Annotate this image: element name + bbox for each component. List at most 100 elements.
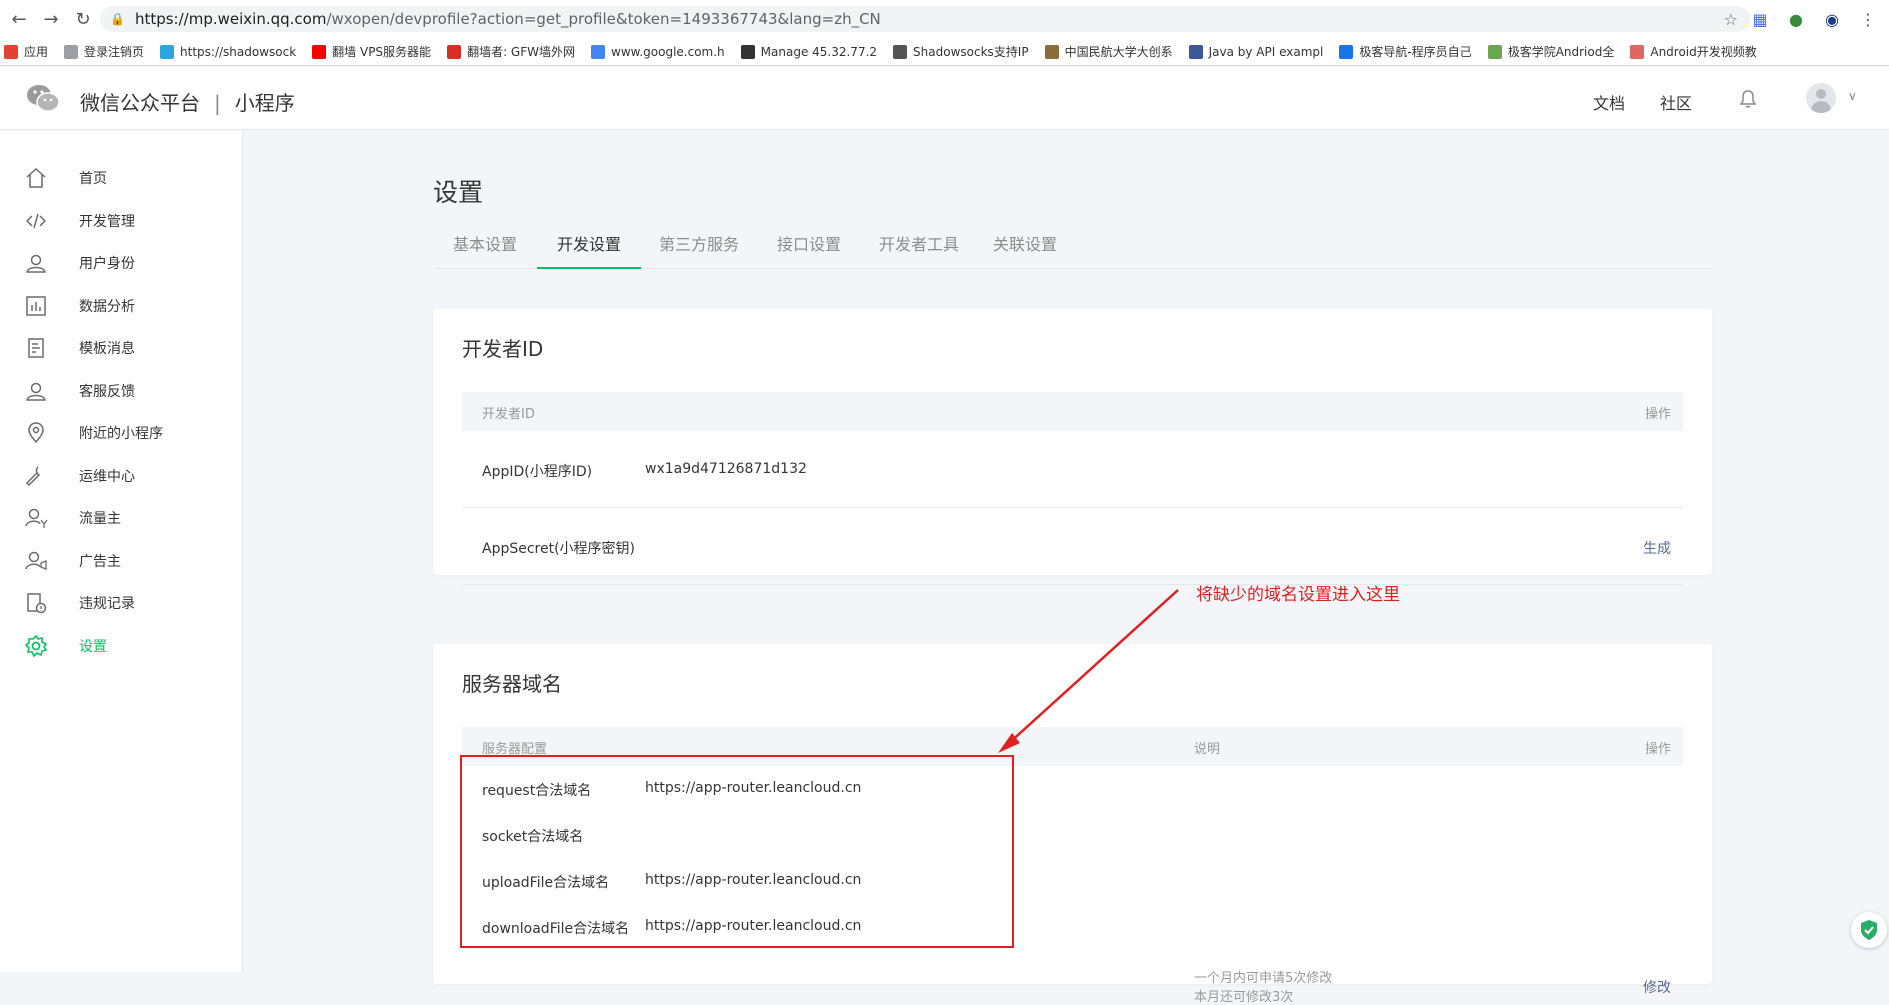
sidebar-item[interactable]: 客服反馈 [0,371,243,411]
bookmark-label: Manage 45.32.77.2 [760,44,878,59]
sidebar-item[interactable]: 模板消息 [0,328,243,368]
menu-icon[interactable]: ⋮ [1857,8,1879,30]
bookmark-item[interactable]: Shadowsocks支持IP [893,43,1029,60]
bookmark-favicon-icon [893,44,908,59]
sidebar-item[interactable]: 设置 [0,626,243,666]
bookmark-item[interactable]: 翻墙者: GFW墙外网 [447,43,575,60]
bookmark-item[interactable]: 登录注销页 [64,43,144,60]
reload-icon[interactable]: ↻ [70,6,96,32]
url-host: https://mp.weixin.qq.com [134,10,327,28]
sidebar-item-label: 数据分析 [79,299,135,315]
domain-type-label: uploadFile合法域名 [482,875,610,891]
security-shield-icon[interactable] [1851,912,1887,948]
appsecret-label: AppSecret(小程序密钥) [482,541,636,557]
sidebar-item[interactable]: 附近的小程序 [0,413,243,453]
bookmark-label: 中国民航大学大创系 [1064,45,1173,59]
bookmark-label: 极客学院Andriod全 [1507,45,1615,59]
bookmark-item[interactable]: 极客导航-程序员自己 [1339,43,1472,60]
settings-tab[interactable]: 开发设置 [537,227,641,269]
developer-id-table-header: 开发者ID 操作 [462,392,1683,431]
bookmark-item[interactable]: 极客学院Andriod全 [1487,43,1615,60]
sidebar-item[interactable]: 首页 [0,158,243,198]
settings-tabs: 基本设置 开发设置 第三方服务 接口设置 开发者工具 关联设置 [433,227,1712,269]
violation-icon [27,593,47,614]
settings-tab[interactable]: 开发者工具 [861,227,977,269]
wechat-logo-icon [27,85,60,112]
bookmark-favicon-icon [1044,44,1059,59]
bookmark-label: 翻墙 VPS服务器能 [332,45,432,59]
bookmark-item[interactable]: 中国民航大学大创系 [1044,43,1173,60]
forward-icon[interactable]: → [38,6,64,32]
profile-icon[interactable]: ◉ [1821,8,1843,30]
bookmark-favicon-icon [1630,44,1645,59]
docs-link[interactable]: 文档 [1593,90,1625,114]
user-icon [26,254,46,273]
sidebar-item[interactable]: 用户身份 [0,243,243,283]
bookmark-item[interactable]: Java by API exampl [1188,44,1324,59]
code-icon [25,213,47,229]
sidebar-item[interactable]: 广告主 [0,541,243,581]
chart-icon [26,296,46,316]
sidebar-item-label: 附近的小程序 [79,426,163,442]
address-bar[interactable]: 🔒 https://mp.weixin.qq.com/wxopen/devpro… [100,6,1750,32]
bookmark-label: www.google.com.h [611,44,725,59]
lock-icon: 🔒 [110,12,125,26]
domain-type-label: socket合法域名 [482,829,584,845]
sidebar-item[interactable]: 开发管理 [0,201,243,241]
advertiser-icon [25,551,47,570]
appid-row: AppID(小程序ID) wx1a9d47126871d132 [462,431,1683,508]
extension-shield-icon[interactable]: ● [1785,8,1807,30]
bookmark-item[interactable]: https://shadowsock [160,44,297,59]
extension-grid-icon[interactable]: ▦ [1749,8,1771,30]
bookmark-item[interactable]: 翻墙 VPS服务器能 [312,43,431,60]
sidebar-item-label: 违规记录 [79,596,135,612]
bookmark-label: https://shadowsock [180,44,297,59]
sidebar-item[interactable]: 流量主 [0,498,243,538]
bookmark-label: Java by API exampl [1208,44,1324,59]
bookmark-item[interactable]: Android开发视频教 [1630,43,1757,60]
bookmark-favicon-icon [1188,44,1203,59]
sidebar-item-label: 开发管理 [79,214,135,230]
app-header: 微信公众平台 | 小程序 文档 社区 ∨ [0,67,1889,130]
bookmark-label: Shadowsocks支持IP [913,45,1029,59]
app-title: 微信公众平台 | 小程序 [80,87,295,116]
browser-toolbar: ← → ↻ 🔒 https://mp.weixin.qq.com/wxopen/… [0,0,1889,38]
sidebar-item[interactable]: 违规记录 [0,583,243,623]
product-name: 小程序 [234,91,295,115]
bookmark-label: 翻墙者: GFW墙外网 [467,45,575,59]
bookmark-item[interactable]: Manage 45.32.77.2 [740,44,878,59]
server-domain-card: 服务器域名 服务器配置 说明 操作 request合法域名 https://app… [433,644,1712,1005]
bookmark-item[interactable]: www.google.com.h [591,44,725,59]
sidebar-item[interactable]: 运维中心 [0,456,243,496]
back-icon[interactable]: ← [6,6,32,32]
bookmark-favicon-icon [4,44,18,59]
traffic-icon [25,508,48,528]
community-link[interactable]: 社区 [1660,90,1692,114]
modify-remaining-note: 本月还可修改3次 [1194,990,1294,1005]
modify-domain-link[interactable]: 修改 [1643,977,1671,997]
bookmark-favicon-icon [447,44,462,59]
bookmark-star-icon[interactable]: ☆ [1724,10,1738,29]
annotation-text: 将缺少的域名设置进入这里 [1196,585,1400,605]
gear-icon [24,634,48,658]
sidebar-item-label: 用户身份 [79,256,135,272]
bookmark-item[interactable]: 应用 [4,43,48,60]
generate-secret-link[interactable]: 生成 [1643,538,1671,558]
wrench-icon [25,466,41,487]
sidebar-item-label: 模板消息 [79,341,135,357]
avatar[interactable] [1806,83,1836,113]
server-domain-table-header: 服务器配置 说明 操作 [462,727,1683,766]
developer-id-card: 开发者ID 开发者ID 操作 AppID(小程序ID) wx1a9d471268… [433,309,1712,585]
chevron-down-icon[interactable]: ∨ [1848,89,1857,103]
settings-tab[interactable]: 基本设置 [433,227,537,269]
location-icon [28,422,44,444]
sidebar-item[interactable]: 数据分析 [0,286,243,326]
settings-tab[interactable]: 第三方服务 [641,227,757,269]
bell-icon[interactable] [1738,89,1758,109]
appid-label: AppID(小程序ID) [482,464,593,480]
settings-tab[interactable]: 关联设置 [977,227,1073,269]
settings-tab[interactable]: 接口设置 [757,227,861,269]
appid-value: wx1a9d47126871d132 [645,461,807,477]
sidebar-item-label: 运维中心 [79,469,135,485]
server-domain-title: 服务器域名 [462,672,562,696]
